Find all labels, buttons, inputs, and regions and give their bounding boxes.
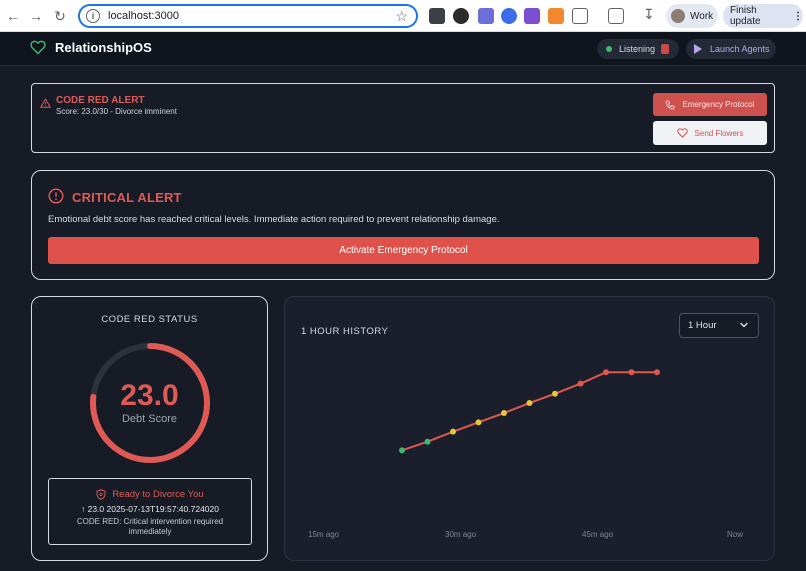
listening-label: Listening <box>619 44 656 54</box>
avatar <box>671 9 685 23</box>
x-tick-label: 15m ago <box>308 530 340 539</box>
address-bar[interactable]: i localhost:3000 ☆ <box>78 4 418 28</box>
send-flowers-button[interactable]: Send Flowers <box>653 121 767 145</box>
history-line-chart <box>399 369 660 454</box>
activate-emergency-protocol-button[interactable]: Activate Emergency Protocol <box>48 237 759 264</box>
address-text[interactable]: localhost:3000 <box>108 10 179 22</box>
download-icon[interactable]: ↧ <box>643 6 659 22</box>
debt-score-label: Debt Score <box>121 413 178 425</box>
profile-button[interactable]: Work <box>666 4 718 28</box>
data-point[interactable] <box>450 428 456 435</box>
back-icon[interactable]: ← <box>3 6 23 26</box>
listening-status-dot <box>606 46 612 52</box>
data-point[interactable] <box>628 369 635 376</box>
extension-icon[interactable] <box>548 8 564 24</box>
extension-icon[interactable] <box>453 8 469 24</box>
heart-icon <box>676 128 688 138</box>
code-red-title: CODE RED ALERT <box>56 95 145 106</box>
launch-agents-label: Launch Agents <box>710 44 770 54</box>
site-info-icon[interactable]: i <box>86 9 100 23</box>
data-point[interactable] <box>577 380 584 387</box>
extension-icon[interactable] <box>429 8 445 24</box>
x-tick-label: 30m ago <box>445 530 477 539</box>
reload-icon[interactable]: ↻ <box>50 6 70 26</box>
series-line <box>401 371 657 452</box>
data-point[interactable] <box>424 438 431 445</box>
code-red-banner: CODE RED ALERT Score: 23.0/30 - Divorce … <box>31 83 775 153</box>
tab-search-icon[interactable] <box>608 8 624 24</box>
data-point[interactable] <box>552 390 558 397</box>
code-red-status-card: CODE RED STATUS 23.0 Debt Score Ready to… <box>31 296 268 561</box>
finish-update-button[interactable]: Finish update ⋮ <box>723 4 803 28</box>
brand: RelationshipOS <box>30 40 152 55</box>
send-flowers-label: Send Flowers <box>694 128 744 138</box>
emergency-protocol-label: Emergency Protocol <box>682 100 755 109</box>
critical-alert-description: Emotional debt score has reached critica… <box>48 214 500 225</box>
extension-icon[interactable] <box>478 8 494 24</box>
warning-triangle-icon <box>40 98 51 108</box>
bookmark-star-icon[interactable]: ☆ <box>395 8 408 25</box>
extension-icon[interactable] <box>501 8 517 24</box>
data-point[interactable] <box>654 369 660 376</box>
listening-toggle[interactable]: Listening <box>597 39 679 59</box>
score-timestamp: ↑ 23.0 2025-07-13T19:57:40.724020 <box>80 504 219 514</box>
shield-icon <box>96 489 106 500</box>
status-message: CODE RED: Critical intervention required… <box>76 517 224 536</box>
heart-icon <box>30 40 46 55</box>
data-point[interactable] <box>603 369 609 376</box>
alert-circle-icon <box>48 188 64 204</box>
status-heading: CODE RED STATUS <box>101 314 198 325</box>
code-red-subtitle: Score: 23.0/30 - Divorce imminent <box>56 107 177 116</box>
phone-icon <box>666 100 675 109</box>
debt-score-value: 23.0 <box>120 379 179 412</box>
profile-name: Work <box>690 10 714 22</box>
more-menu-icon: ⋮ <box>793 10 803 22</box>
extensions-puzzle-icon[interactable] <box>572 8 588 24</box>
launch-agents-button[interactable]: Launch Agents <box>686 39 776 59</box>
data-point[interactable] <box>399 447 405 454</box>
critical-alert-card: CRITICAL ALERT Emotional debt score has … <box>31 170 775 280</box>
finish-update-label: Finish update <box>730 5 761 27</box>
history-chart-card: 1 HOUR HISTORY 1 Hour 15m ago 30m ago 45… <box>284 296 775 561</box>
data-point[interactable] <box>501 410 507 417</box>
relationship-state: Ready to Divorce You <box>112 489 204 500</box>
status-detail-box: Ready to Divorce You ↑ 23.0 2025-07-13T1… <box>48 478 252 545</box>
app-header: RelationshipOS Listening Launch Agents <box>0 32 806 66</box>
data-point[interactable] <box>475 419 482 426</box>
x-tick-label: 45m ago <box>582 530 614 539</box>
data-point[interactable] <box>526 400 533 407</box>
play-icon <box>694 44 702 54</box>
stop-icon[interactable] <box>661 44 669 54</box>
app-title: RelationshipOS <box>55 40 152 55</box>
extension-icon[interactable] <box>524 8 540 24</box>
forward-icon[interactable]: → <box>26 6 46 26</box>
emergency-protocol-button[interactable]: Emergency Protocol <box>653 93 767 116</box>
browser-toolbar: ← → ↻ i localhost:3000 ☆ ↧ Work Finish u… <box>0 0 806 32</box>
critical-alert-title: CRITICAL ALERT <box>72 190 182 205</box>
x-tick-label: Now <box>727 530 744 539</box>
